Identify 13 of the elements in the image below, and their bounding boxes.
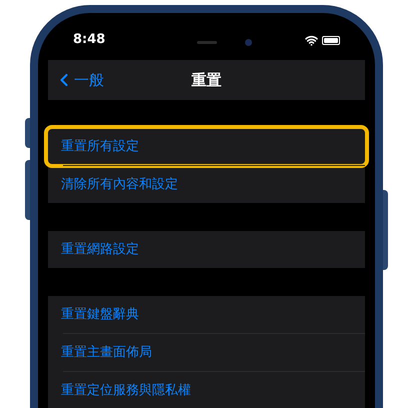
settings-row[interactable]: 重置定位服務與隱私權	[48, 372, 365, 408]
settings-row[interactable]: 重置主畫面佈局	[48, 334, 365, 371]
settings-row[interactable]: 清除所有內容和設定	[48, 166, 365, 203]
camera-lens	[245, 39, 252, 46]
settings-row[interactable]: 重置所有設定	[48, 128, 365, 165]
wifi-icon	[305, 34, 318, 46]
settings-row[interactable]: 重置鍵盤辭典	[48, 296, 365, 333]
settings-row[interactable]: 重置網路設定	[48, 231, 365, 268]
back-button[interactable]: 一般	[48, 68, 104, 92]
speaker-grille	[196, 41, 216, 44]
status-time: 8:48	[73, 31, 106, 50]
battery-icon	[322, 36, 340, 44]
nav-title: 重置	[192, 70, 222, 91]
